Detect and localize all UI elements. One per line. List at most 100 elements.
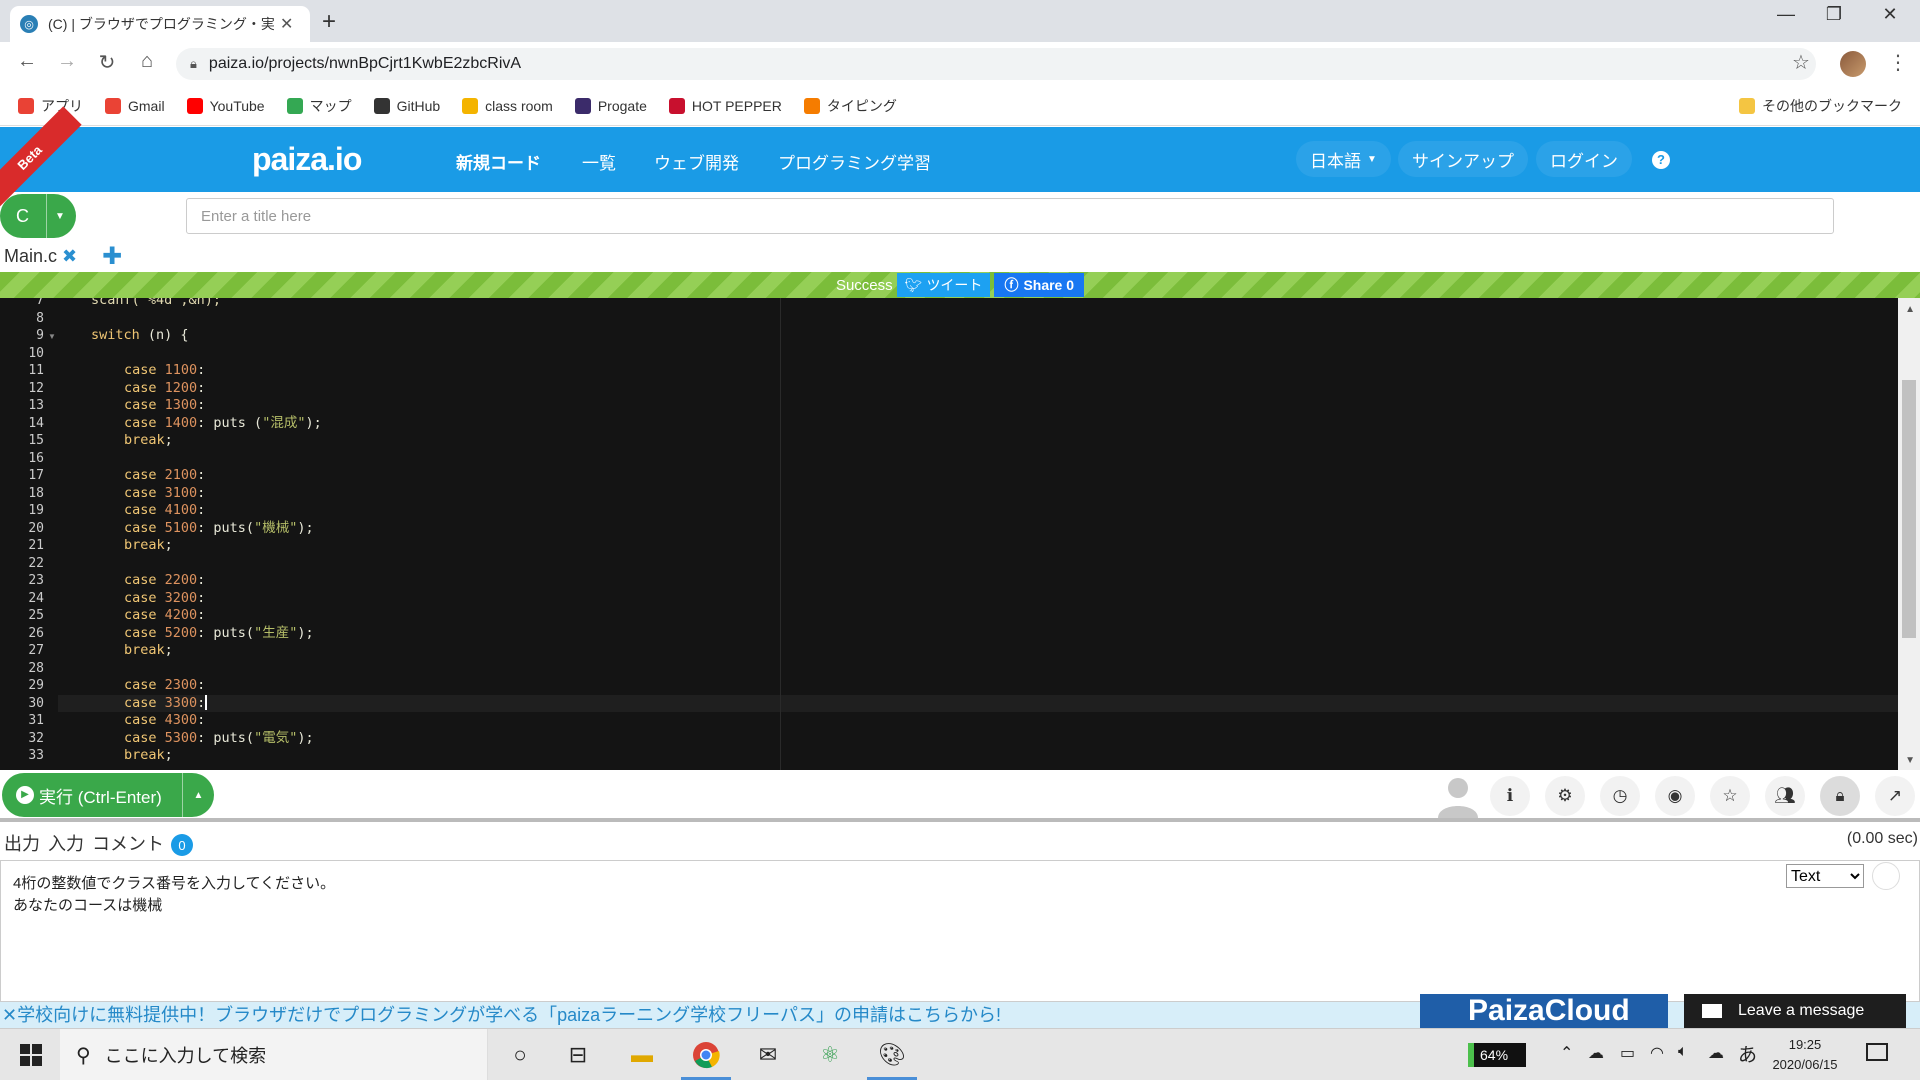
code-token: ; <box>164 432 173 448</box>
star-icon[interactable]: ☆ <box>1710 776 1750 816</box>
tab-comments[interactable]: コメント 0 <box>92 830 194 857</box>
task-view-icon[interactable]: ⊟ <box>562 1039 594 1071</box>
nav-learning[interactable]: プログラミング学習 <box>778 149 931 174</box>
ime-indicator[interactable]: あ <box>1738 1040 1757 1067</box>
fold-toggle-icon[interactable]: ▼ <box>48 332 56 341</box>
taskbar-search[interactable]: ⚲ ここに入力して検索 <box>60 1029 488 1080</box>
wifi-icon[interactable]: ◠ <box>1650 1043 1664 1063</box>
tab-output[interactable]: 出力 <box>4 830 40 856</box>
notification-icon[interactable] <box>1866 1043 1888 1061</box>
title-input[interactable] <box>186 198 1834 234</box>
line-number: 25 <box>28 608 44 623</box>
run-options-icon[interactable]: ▲ <box>182 773 214 817</box>
onedrive-icon[interactable]: ☁ <box>1588 1043 1604 1063</box>
nav-list[interactable]: 一覧 <box>582 149 616 174</box>
paizacloud-banner[interactable]: PaizaCloud <box>1420 994 1668 1028</box>
github-icon[interactable]: ◉ <box>1655 776 1695 816</box>
close-tab-icon[interactable]: ✕ <box>280 14 293 34</box>
user-silhouette-icon <box>1438 778 1478 818</box>
file-tab[interactable]: Main.c ✖ <box>4 246 77 267</box>
nav-web-dev[interactable]: ウェブ開発 <box>654 149 739 174</box>
scroll-up-icon[interactable]: ▲ <box>1905 304 1915 315</box>
home-icon[interactable]: ⌂ <box>132 50 162 73</box>
bookmark-item[interactable]: YouTube <box>186 97 265 114</box>
line-gutter: 7 8 9 ▼ 10 11 12 13 14 15 16 17 18 19 20 21 22 23 24 25 26 27… <box>0 298 58 770</box>
volume-icon[interactable]: 🔈︎ <box>1678 1043 1688 1061</box>
output-toggle-button[interactable] <box>1872 862 1900 890</box>
help-icon[interactable]: ? <box>1652 151 1670 169</box>
reload-icon[interactable]: ↻ <box>92 50 122 75</box>
new-tab-icon[interactable]: + <box>322 8 336 36</box>
paint-icon[interactable]: 🎨︎ <box>876 1039 908 1071</box>
back-icon[interactable]: ← <box>12 50 42 73</box>
bookmark-label: class room <box>485 97 553 114</box>
address-bar[interactable]: 🔒︎ paiza.io/projects/nwnBpCjrt1KwbE2zbcR… <box>176 48 1816 80</box>
code-line: case 4300: <box>124 712 205 730</box>
taskbar-clock[interactable]: 19:25 2020/06/15 <box>1768 1035 1842 1075</box>
tray-expand-icon[interactable]: ⌃ <box>1560 1043 1573 1063</box>
bookmark-item[interactable]: Progate <box>574 97 647 114</box>
code-area[interactable]: scanf("%4d",&n); switch (n) {case 1100: ca… <box>58 298 1898 770</box>
windows-start-icon[interactable] <box>20 1044 42 1066</box>
leave-message-button[interactable]: Leave a message <box>1684 994 1906 1028</box>
bookmark-star-icon[interactable]: ☆ <box>1792 50 1810 75</box>
forward-icon[interactable]: → <box>52 50 82 73</box>
add-file-icon[interactable]: ✚ <box>102 242 122 271</box>
editor-scrollbar[interactable]: ▲ ▼ <box>1898 298 1920 770</box>
language-menu[interactable]: 日本語 ▼ <box>1296 141 1391 177</box>
users-icon[interactable]: 👥︎ <box>1765 776 1805 816</box>
battery-widget[interactable]: 64% <box>1468 1043 1526 1067</box>
file-tab-label: Main.c <box>4 246 58 266</box>
bookmark-icon <box>186 97 203 114</box>
login-button[interactable]: ログイン <box>1536 141 1632 177</box>
lock-icon[interactable]: 🔒︎ <box>1820 776 1860 816</box>
output-line: 4桁の整数値でクラス番号を入力してください。 <box>13 875 336 892</box>
more-menu-icon[interactable]: ⋮ <box>1888 50 1908 75</box>
mail-icon[interactable]: ✉ <box>752 1039 784 1071</box>
info-icon[interactable]: ℹ <box>1490 776 1530 816</box>
profile-avatar[interactable] <box>1840 51 1866 77</box>
tab-input[interactable]: 入力 <box>48 830 84 856</box>
other-bookmarks[interactable]: その他のブックマーク <box>1739 96 1902 116</box>
file-explorer-icon[interactable]: ▬ <box>626 1039 658 1071</box>
close-banner-icon[interactable]: ✕ <box>2 1005 17 1025</box>
bookmark-item[interactable]: class room <box>462 97 553 114</box>
bookmark-item[interactable]: Gmail <box>105 97 165 114</box>
output-format-select[interactable]: Text <box>1786 864 1864 888</box>
code-token: : <box>197 362 206 378</box>
share-icon[interactable]: ↗ <box>1875 776 1915 816</box>
battery-icon[interactable]: ▭ <box>1620 1043 1635 1063</box>
scrollbar-thumb[interactable] <box>1902 380 1916 638</box>
bookmark-item[interactable]: HOT PEPPER <box>668 97 782 114</box>
signup-button[interactable]: サインアップ <box>1398 141 1528 177</box>
line-number: 26 <box>28 625 44 641</box>
caret-down-icon: ▼ <box>46 194 65 238</box>
atom-icon[interactable]: ⚛ <box>814 1039 846 1071</box>
code-editor[interactable]: 7 8 9 ▼ 10 11 12 13 14 15 16 17 18 19 20 21 22 23 24 25 26 27… <box>0 298 1920 770</box>
browser-tab[interactable]: ◎ (C) | ブラウザでプログラミング・実行が ✕ <box>10 6 310 42</box>
nav-new-code[interactable]: 新規コード <box>456 149 541 174</box>
bookmark-label: タイピング <box>826 97 897 114</box>
tweet-button[interactable]: 🐦︎ ツイート <box>896 273 991 297</box>
cortana-icon[interactable]: ○ <box>504 1039 536 1071</box>
language-select-button[interactable]: C ▼ <box>0 194 76 238</box>
chrome-icon[interactable] <box>690 1039 722 1071</box>
gear-icon[interactable]: ⚙ <box>1545 776 1585 816</box>
cloud-icon[interactable]: ☁ <box>1708 1043 1724 1063</box>
bookmark-item[interactable]: GitHub <box>373 97 440 114</box>
restore-icon[interactable]: ❐ <box>1806 4 1862 25</box>
clock-icon[interactable]: ◷ <box>1600 776 1640 816</box>
facebook-share-button[interactable]: ⓕ Share 0 <box>994 273 1085 297</box>
paiza-logo[interactable]: paiza.io <box>252 139 362 179</box>
code-line: case 2200: <box>124 572 205 590</box>
bookmark-item[interactable]: タイピング <box>803 96 897 116</box>
code-line: case 1400: puts ("混成"); <box>124 415 322 433</box>
run-button[interactable]: ▶ 実行 (Ctrl-Enter) ▲ <box>2 773 214 817</box>
line-number: 17 <box>28 468 44 483</box>
bookmark-item[interactable]: マップ <box>286 96 352 116</box>
close-file-icon[interactable]: ✖ <box>62 246 77 267</box>
scroll-down-icon[interactable]: ▼ <box>1905 755 1915 766</box>
code-token: 2200 <box>164 572 198 588</box>
bookmark-item[interactable]: アプリ <box>18 96 83 116</box>
close-window-icon[interactable]: ✕ <box>1862 4 1918 25</box>
